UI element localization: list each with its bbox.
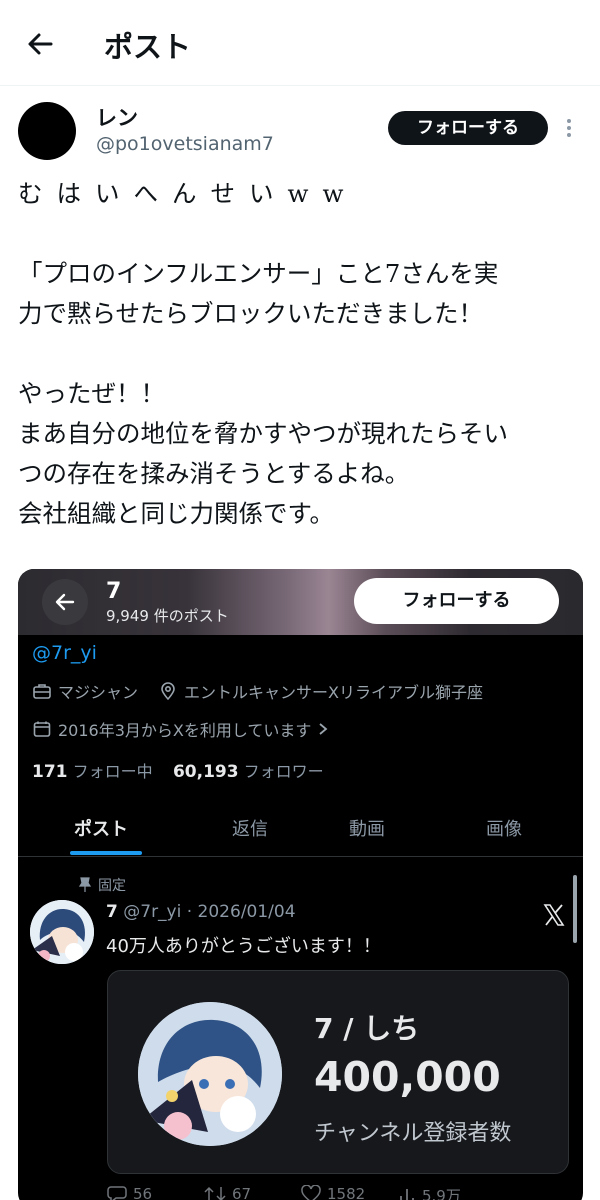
pinned-label: 固定 bbox=[98, 878, 126, 894]
reply-count: 56 bbox=[133, 1185, 153, 1200]
followers-count: 60,193 bbox=[172, 762, 239, 782]
embed-follow-button: フォローする bbox=[354, 578, 559, 624]
views-icon bbox=[400, 1188, 414, 1200]
profile-location: エントルキャンサーXリライアブル獅子座 bbox=[184, 683, 483, 702]
pinned-post-text: 40万人ありがとうございます！！ bbox=[106, 936, 381, 957]
follow-button[interactable]: フォローする bbox=[388, 111, 548, 145]
profile-counts: 171 フォロー中 60,193 フォロワー bbox=[32, 758, 324, 782]
x-logo-icon bbox=[542, 903, 566, 931]
back-button[interactable] bbox=[24, 28, 56, 60]
post-line bbox=[18, 214, 584, 254]
embedded-screenshot[interactable]: 7 9,949 件のポスト フォローする @7r_yi マジシャン エントルキャ… bbox=[18, 569, 583, 1200]
profile-meta-row: マジシャン エントルキャンサーXリライアブル獅子座 bbox=[32, 679, 483, 703]
pinned-label-row: 固定 bbox=[78, 875, 126, 895]
post-line: やったぜ！！ bbox=[18, 379, 165, 408]
like-action: 1582 bbox=[301, 1185, 365, 1200]
scrollbar bbox=[573, 875, 577, 943]
post-line: 「プロのインフルエンサー」こと7さんを実 bbox=[18, 259, 499, 288]
back-arrow-icon bbox=[28, 33, 53, 55]
repost-action: 67 bbox=[204, 1185, 251, 1200]
profile-job: マジシャン bbox=[58, 683, 139, 702]
embed-post-count: 9,949 件のポスト bbox=[106, 607, 229, 625]
following-count: 171 bbox=[32, 762, 68, 782]
profile-joined: 2016年3月からXを利用しています bbox=[58, 721, 312, 740]
pinned-post-header: 7 @7r_yi · 2026/01/04 bbox=[106, 902, 296, 922]
more-options-button[interactable] bbox=[561, 116, 577, 142]
channel-avatar-image bbox=[138, 1002, 282, 1146]
following-label: フォロー中 bbox=[72, 762, 153, 781]
more-vertical-icon bbox=[567, 119, 571, 123]
reply-icon bbox=[107, 1186, 127, 1200]
views-action: 5.9万 bbox=[398, 1185, 461, 1200]
post-line: まあ自分の地位を脅かすやつが現れたらそい bbox=[18, 419, 508, 448]
tab-replies: 返信 bbox=[232, 819, 268, 840]
post-line: つの存在を揉み消そうとするよね。 bbox=[18, 459, 410, 488]
embed-back-button bbox=[42, 579, 88, 625]
pinned-post-actions: 56 67 1582 5.9万 bbox=[18, 1181, 583, 1200]
views-count: 5.9万 bbox=[422, 1187, 461, 1200]
tab-videos: 動画 bbox=[349, 819, 385, 840]
active-tab-indicator bbox=[70, 851, 142, 855]
author-handle[interactable]: @po1ovetsianam7 bbox=[96, 133, 274, 155]
tab-images: 画像 bbox=[486, 819, 522, 840]
location-pin-icon bbox=[161, 682, 175, 701]
reply-action: 56 bbox=[107, 1185, 152, 1200]
embed-profile-name: 7 bbox=[106, 579, 122, 604]
page-title: ポスト bbox=[104, 30, 192, 64]
pin-icon bbox=[78, 877, 92, 892]
profile-tabs: ポスト 返信 動画 画像 bbox=[18, 805, 583, 857]
card-subscriber-count: 400,000 bbox=[314, 1053, 501, 1101]
post-line: むはいへんせいww bbox=[18, 179, 358, 208]
profile-joined-row: 2016年3月からXを利用しています bbox=[32, 717, 335, 741]
top-bar: ポスト bbox=[0, 0, 600, 86]
pinned-author-name: 7 bbox=[106, 902, 118, 922]
card-subscriber-label: チャンネル登録者数 bbox=[314, 1121, 512, 1146]
post-line: 会社組織と同じ力関係です。 bbox=[18, 499, 335, 528]
card-title: 7 / しち bbox=[314, 1012, 420, 1045]
chevron-right-icon bbox=[319, 723, 328, 735]
tab-posts: ポスト bbox=[74, 819, 128, 840]
media-card: 7 / しち 400,000 チャンネル登録者数 bbox=[107, 970, 569, 1174]
repost-icon bbox=[204, 1186, 226, 1200]
author-name[interactable]: レン bbox=[96, 102, 138, 132]
briefcase-icon bbox=[33, 684, 51, 699]
calendar-icon bbox=[33, 721, 51, 737]
post-line: 力で黙らせたらブロックいただきました！ bbox=[18, 299, 484, 328]
pinned-author-avatar bbox=[30, 900, 94, 964]
embed-profile-handle: @7r_yi bbox=[32, 642, 97, 664]
author-avatar[interactable] bbox=[18, 102, 76, 160]
back-arrow-icon bbox=[55, 593, 75, 611]
post-text: むはいへんせいww 「プロのインフルエンサー」こと7さんを実 力で黙らせたらブロ… bbox=[18, 174, 584, 534]
pinned-handle-date: @7r_yi · 2026/01/04 bbox=[123, 902, 296, 922]
like-count: 1582 bbox=[327, 1185, 366, 1200]
followers-label: フォロワー bbox=[243, 762, 324, 781]
like-icon bbox=[301, 1185, 321, 1200]
repost-count: 67 bbox=[232, 1185, 252, 1200]
post-line bbox=[18, 334, 584, 374]
